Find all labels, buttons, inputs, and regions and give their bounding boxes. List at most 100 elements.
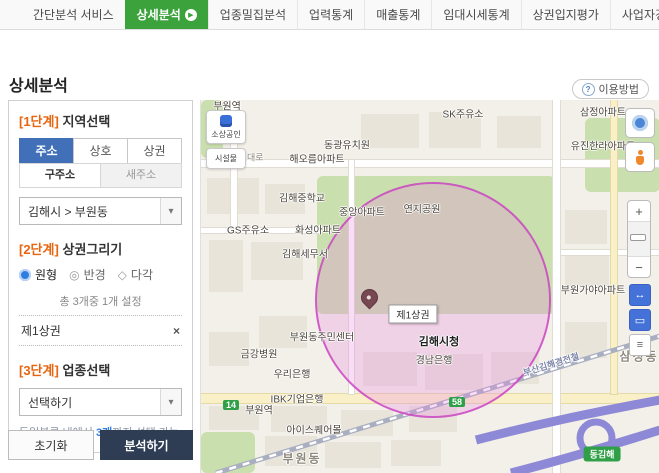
map-park-area <box>201 432 255 473</box>
draw-option-radius[interactable]: ◎ 반경 <box>69 266 106 283</box>
district-list-item: 제1상권 × <box>19 315 182 346</box>
map-label-district: 부원동 <box>282 450 321 467</box>
zoom-in-button[interactable]: + <box>628 201 650 221</box>
nav-item-business-age-stats[interactable]: 업력통계 <box>297 0 364 29</box>
map-label: 연지공원 <box>404 201 441 216</box>
panel-actions: 초기화 분석하기 <box>8 430 193 460</box>
page-title: 상세분석 <box>9 72 68 96</box>
map-label: 삼정아파트 <box>580 104 626 119</box>
region-select-value: 김해시 > 부원동 <box>28 203 108 220</box>
step3-header: [3단계] 업종선택 <box>19 360 182 379</box>
nav-item-simple-analysis[interactable]: 간단분석 서비스 <box>22 0 125 29</box>
roadview-button[interactable] <box>625 142 655 172</box>
draw-status-text: 총 3개중 1개 설정 <box>19 293 182 309</box>
map-label: 김해세무서 <box>282 246 328 261</box>
roadview-person-icon <box>635 150 645 165</box>
zoom-out-button[interactable]: − <box>628 257 650 277</box>
draw-option-label: 반경 <box>84 266 106 283</box>
tab-trade-area[interactable]: 상권 <box>127 138 182 164</box>
map-label: IBK기업은행 <box>271 391 324 406</box>
map-canvas[interactable]: 제1상권 부원역 김해대로 SK주유소 삼정아파트 유진한라아파트 동광유치원 … <box>200 100 659 473</box>
district-map-label[interactable]: 제1상권 <box>388 305 437 324</box>
address-type-tabs: 구주소 새주소 <box>19 163 182 188</box>
map-label-interchange: 동김해 <box>584 447 621 462</box>
measure-distance-button[interactable]: ↔ <box>629 284 651 306</box>
subtab-old-address[interactable]: 구주소 <box>19 163 101 188</box>
nav-item-management-eval[interactable]: 사업자경영평가 <box>610 0 659 29</box>
route-badge: 14 <box>223 400 239 410</box>
nav-item-label: 상세분석 <box>137 6 181 23</box>
draw-shape-options: 원형 ◎ 반경 ◇ 다각 <box>19 266 182 283</box>
map-label: 부원가야아파트 <box>561 282 625 297</box>
measure-area-button[interactable]: ▭ <box>629 309 651 331</box>
storefront-icon <box>220 115 232 127</box>
draw-option-polygon[interactable]: ◇ 다각 <box>118 266 153 283</box>
layer-toggle-facility[interactable]: 시설물 <box>206 148 246 169</box>
chevron-down-icon: ▾ <box>160 389 181 415</box>
help-label: 이용방법 <box>599 81 639 97</box>
analysis-panel: [1단계] 지역선택 주소 상호 상권 구주소 새주소 김해시 > 부원동 ▾ … <box>8 100 193 453</box>
map-menu-button[interactable]: ≡ <box>629 334 651 356</box>
map-label: 동광유치원 <box>324 137 370 152</box>
tab-store-name[interactable]: 상호 <box>73 138 128 164</box>
map-road <box>553 100 560 473</box>
nav-item-detail-analysis[interactable]: 상세분석 ▶ <box>125 0 208 29</box>
step2-badge: [2단계] <box>19 242 59 257</box>
draw-option-circle[interactable]: 원형 <box>19 266 57 283</box>
region-select[interactable]: 김해시 > 부원동 ▾ <box>19 197 182 225</box>
route-badge: 58 <box>449 397 465 407</box>
map-label-station: 부원역 <box>245 402 273 417</box>
zoom-slider-track[interactable] <box>628 221 650 257</box>
nav-active-icon: ▶ <box>185 9 197 21</box>
radius-icon: ◎ <box>69 268 79 282</box>
zoom-control: + − <box>627 200 651 278</box>
question-icon: ? <box>582 83 595 96</box>
step1-header: [1단계] 지역선택 <box>19 111 182 130</box>
top-nav: 간단분석 서비스 상세분석 ▶ 업종밀집분석 업력통계 매출통계 임대시세통계 … <box>0 0 659 30</box>
help-button[interactable]: ? 이용방법 <box>572 79 649 99</box>
map-label: 화성아파트 <box>295 222 341 237</box>
layer-label: 소상공인 <box>211 129 240 140</box>
step1-badge: [1단계] <box>19 114 59 129</box>
step3-badge: [3단계] <box>19 363 59 378</box>
nav-item-sales-stats[interactable]: 매출통계 <box>364 0 431 29</box>
map-label: 아이스퀘어몰 <box>286 422 341 437</box>
map-label: 부원동주민센터 <box>290 329 354 344</box>
category-select-value: 선택하기 <box>28 394 72 411</box>
category-select[interactable]: 선택하기 ▾ <box>19 388 182 416</box>
step2-title: 상권그리기 <box>62 242 122 257</box>
reset-button[interactable]: 초기화 <box>8 430 94 460</box>
circle-filled-icon <box>19 269 31 281</box>
layer-label: 시설물 <box>215 153 237 164</box>
subtab-new-address[interactable]: 새주소 <box>100 163 182 188</box>
draw-option-label: 다각 <box>131 266 153 283</box>
layer-toggle-small-business[interactable]: 소상공인 <box>206 110 246 144</box>
map-label: GS주유소 <box>227 222 269 237</box>
map-road <box>201 160 659 167</box>
skyview-icon <box>632 115 648 131</box>
nav-item-density-analysis[interactable]: 업종밀집분석 <box>208 0 297 29</box>
chevron-down-icon: ▾ <box>160 198 181 224</box>
map-label: 김해중학교 <box>279 190 325 205</box>
map-label: 중앙아파트 <box>339 204 385 219</box>
delete-district-button[interactable]: × <box>173 324 180 338</box>
map-label: 해오름아파트 <box>289 151 344 166</box>
app-root: 간단분석 서비스 상세분석 ▶ 업종밀집분석 업력통계 매출통계 임대시세통계 … <box>0 0 659 473</box>
map-label: SK주유소 <box>443 106 484 121</box>
zoom-slider-handle[interactable] <box>630 234 646 241</box>
map-label: 경남은행 <box>416 352 453 367</box>
polygon-icon: ◇ <box>118 268 127 282</box>
step1-title: 지역선택 <box>62 114 110 129</box>
step3-title: 업종선택 <box>62 363 110 378</box>
nav-item-rent-stats[interactable]: 임대시세통계 <box>431 0 520 29</box>
draw-option-label: 원형 <box>35 266 57 283</box>
search-mode-tabs: 주소 상호 상권 <box>19 138 182 164</box>
map-label: 금강병원 <box>241 346 278 361</box>
analyze-button[interactable]: 분석하기 <box>100 430 193 460</box>
map-label-city-hall: 김해시청 <box>419 333 459 349</box>
map-tools: ↔ ▭ ≡ <box>629 284 651 356</box>
skyview-toggle-button[interactable] <box>625 108 655 138</box>
tab-address[interactable]: 주소 <box>19 138 74 164</box>
nav-item-location-eval[interactable]: 상권입지평가 <box>521 0 610 29</box>
step2-header: [2단계] 상권그리기 <box>19 239 182 258</box>
